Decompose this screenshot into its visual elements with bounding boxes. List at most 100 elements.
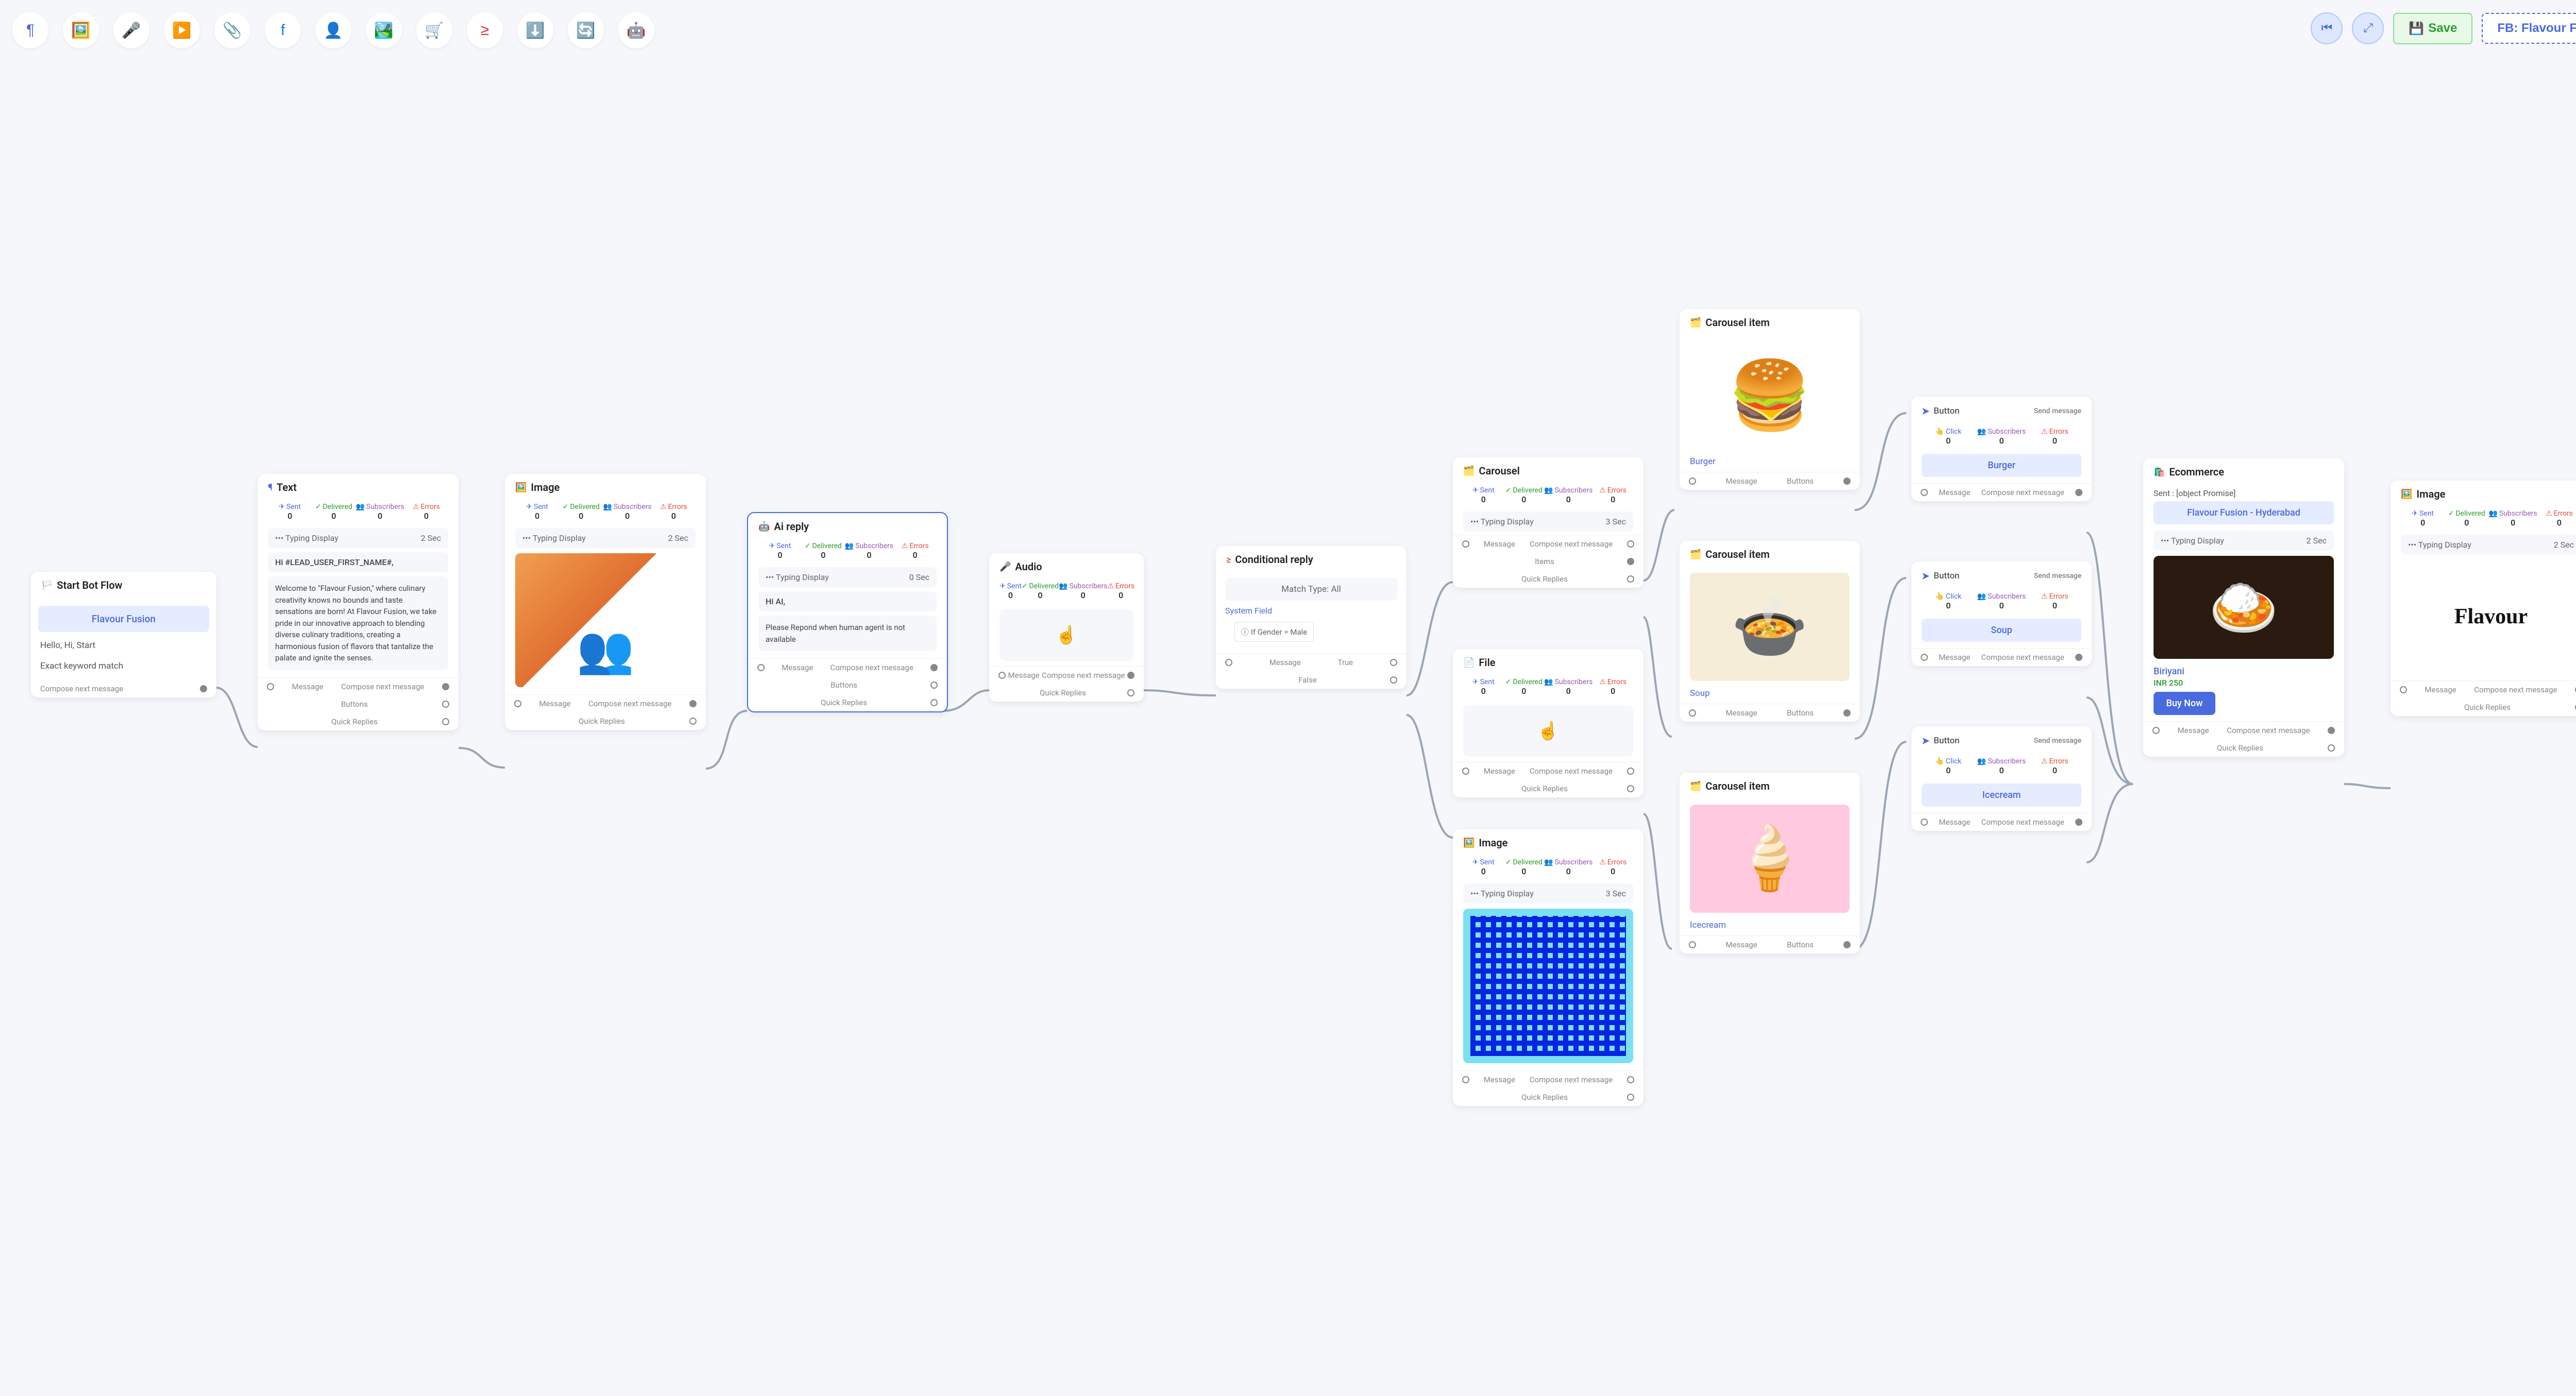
false-port[interactable]: [1390, 676, 1397, 684]
text-icon[interactable]: ¶: [12, 12, 48, 48]
node-carousel-item-soup[interactable]: 🗂️Carousel item Soup MessageButtons: [1680, 541, 1860, 722]
output-port[interactable]: [1843, 941, 1851, 948]
input-port[interactable]: [1462, 768, 1469, 775]
input-port[interactable]: [1689, 941, 1696, 948]
facebook-icon[interactable]: f: [265, 12, 301, 48]
input-port[interactable]: [1689, 709, 1696, 717]
typing-display[interactable]: ••• Typing Display0 Sec: [758, 567, 937, 587]
gallery-icon[interactable]: 🏞️: [366, 12, 402, 48]
integration-icon[interactable]: 🔄: [568, 12, 604, 48]
output-port[interactable]: [930, 699, 938, 706]
input-port[interactable]: [1462, 1076, 1469, 1083]
node-conditional[interactable]: ≥Conditional reply Match Type: All Syste…: [1216, 546, 1406, 689]
input-port[interactable]: [2153, 727, 2160, 734]
node-text[interactable]: ¶Text ✈Sent0 ✓Delivered0 👥Subscribers0 ⚠…: [258, 474, 459, 730]
output-port[interactable]: [1627, 1094, 1634, 1101]
node-title: Button: [1934, 736, 1959, 746]
output-port[interactable]: [2075, 654, 2082, 661]
node-file[interactable]: 📄File ✈Sent0 ✓Delivered0 👥Subscribers0 ⚠…: [1453, 649, 1643, 797]
input-port[interactable]: [514, 700, 521, 707]
output-port[interactable]: [2328, 744, 2335, 752]
condition-icon[interactable]: ≥: [467, 12, 503, 48]
rewind-button[interactable]: ⏮: [2311, 12, 2343, 44]
input-port[interactable]: [757, 664, 765, 671]
node-button-soup[interactable]: ➤ ButtonSend message 👆Click0 👥Subscriber…: [1911, 561, 2092, 666]
output-port[interactable]: [2075, 819, 2082, 826]
output-port[interactable]: [1843, 478, 1851, 485]
output-port[interactable]: [1627, 575, 1634, 583]
output-port[interactable]: [1843, 709, 1851, 717]
typing-display[interactable]: ••• Typing Display2 Sec: [2154, 531, 2334, 551]
node-audio[interactable]: 🎤Audio ✈Sent0 ✓Delivered0 👥Subscribers0 …: [989, 553, 1144, 702]
save-button[interactable]: 💾 Save: [2393, 13, 2472, 44]
output-port[interactable]: [442, 718, 449, 725]
node-button-icecream[interactable]: ➤ ButtonSend message 👆Click0 👥Subscriber…: [1911, 726, 2092, 831]
node-image-qr[interactable]: 🖼️Image ✈Sent0 ✓Delivered0 👥Subscribers0…: [1453, 829, 1643, 1106]
condition-icon: ≥: [1226, 554, 1231, 565]
button-label[interactable]: Soup: [1922, 619, 2081, 642]
footer-label: Compose next message: [40, 684, 123, 693]
true-port[interactable]: [1390, 659, 1397, 666]
typing-display[interactable]: ••• Typing Display2 Sec: [2401, 535, 2576, 555]
file-placeholder[interactable]: ☝️: [1463, 705, 1633, 757]
bot-icon[interactable]: 🤖: [618, 12, 654, 48]
condition-chip[interactable]: ⓘ If Gender = Male: [1234, 622, 1314, 642]
node-ecommerce[interactable]: 🛍️Ecommerce Sent : [object Promise] Flav…: [2143, 458, 2344, 757]
node-image[interactable]: 🖼️Image ✈Sent0 ✓Delivered0 👥Subscribers0…: [505, 474, 706, 730]
button-label[interactable]: Burger: [1922, 454, 2081, 477]
output-port[interactable]: [689, 700, 697, 707]
button-label[interactable]: Icecream: [1922, 784, 2081, 807]
fit-button[interactable]: ⤢: [2352, 12, 2384, 44]
output-port[interactable]: [930, 664, 938, 671]
input-port[interactable]: [267, 683, 274, 690]
input-port[interactable]: [1225, 659, 1232, 666]
typing-display[interactable]: ••• Typing Display3 Sec: [1463, 883, 1633, 904]
items-port[interactable]: [1627, 558, 1634, 565]
typing-display[interactable]: ••• Typing Display2 Sec: [268, 528, 448, 548]
match-type[interactable]: Match Type: All: [1225, 578, 1397, 601]
node-image-logo[interactable]: 🖼️Image ✈Sent0 ✓Delivered0 👥Subscribers0…: [2391, 481, 2576, 716]
buy-now-button[interactable]: Buy Now: [2154, 692, 2215, 715]
output-port[interactable]: [1127, 689, 1134, 696]
output-port[interactable]: [1627, 1076, 1634, 1083]
node-button-burger[interactable]: ➤ ButtonSend message 👆Click0 👥Subscriber…: [1911, 397, 2092, 501]
input-port[interactable]: [1921, 489, 1928, 496]
output-port[interactable]: [1127, 672, 1134, 679]
flow-name-button[interactable]: FB: Flavour Fusion: [2482, 13, 2576, 44]
input-port[interactable]: [1689, 478, 1696, 485]
output-port[interactable]: [200, 685, 207, 692]
node-start[interactable]: 🏳️Start Bot Flow Flavour Fusion Hello, H…: [31, 572, 216, 697]
video-icon[interactable]: ▶️: [164, 12, 200, 48]
typing-display[interactable]: ••• Typing Display2 Sec: [515, 528, 696, 548]
output-port[interactable]: [1627, 768, 1634, 775]
node-carousel[interactable]: 🗂️Carousel ✈Sent0 ✓Delivered0 👥Subscribe…: [1453, 457, 1643, 588]
download-icon[interactable]: ⬇️: [517, 12, 553, 48]
ecommerce-icon[interactable]: 🛒: [416, 12, 452, 48]
output-port[interactable]: [442, 683, 449, 690]
node-carousel-item-icecream[interactable]: 🗂️Carousel item Icecream MessageButtons: [1680, 773, 1860, 954]
input-port[interactable]: [1462, 540, 1469, 548]
logo-image: Flavour: [2401, 560, 2576, 673]
output-port[interactable]: [2328, 727, 2335, 734]
ecom-store[interactable]: Flavour Fusion - Hyderabad: [2154, 501, 2334, 524]
output-port[interactable]: [442, 701, 449, 708]
node-ai-reply[interactable]: 🤖Ai reply ✈Sent0 ✓Delivered0 👥Subscriber…: [747, 512, 948, 712]
image-icon[interactable]: 🖼️: [63, 12, 99, 48]
input-port[interactable]: [1921, 819, 1928, 826]
input-port[interactable]: [998, 672, 1006, 679]
input-port[interactable]: [2400, 686, 2407, 693]
audio-icon[interactable]: 🎤: [113, 12, 149, 48]
typing-display[interactable]: ••• Typing Display3 Sec: [1463, 512, 1633, 532]
output-port[interactable]: [2075, 489, 2082, 496]
output-port[interactable]: [1627, 785, 1634, 792]
output-port[interactable]: [1627, 540, 1634, 548]
system-field-link[interactable]: System Field: [1225, 606, 1397, 616]
audio-placeholder[interactable]: ☝️: [999, 609, 1133, 661]
input-port[interactable]: [1921, 654, 1928, 661]
output-port[interactable]: [930, 682, 938, 689]
node-carousel-item-burger[interactable]: 🗂️Carousel item Burger MessageButtons: [1680, 309, 1860, 490]
output-port[interactable]: [689, 718, 697, 725]
start-trigger-pill[interactable]: Flavour Fusion: [38, 606, 209, 632]
contact-icon[interactable]: 👤: [315, 12, 351, 48]
file-icon[interactable]: 📎: [214, 12, 250, 48]
